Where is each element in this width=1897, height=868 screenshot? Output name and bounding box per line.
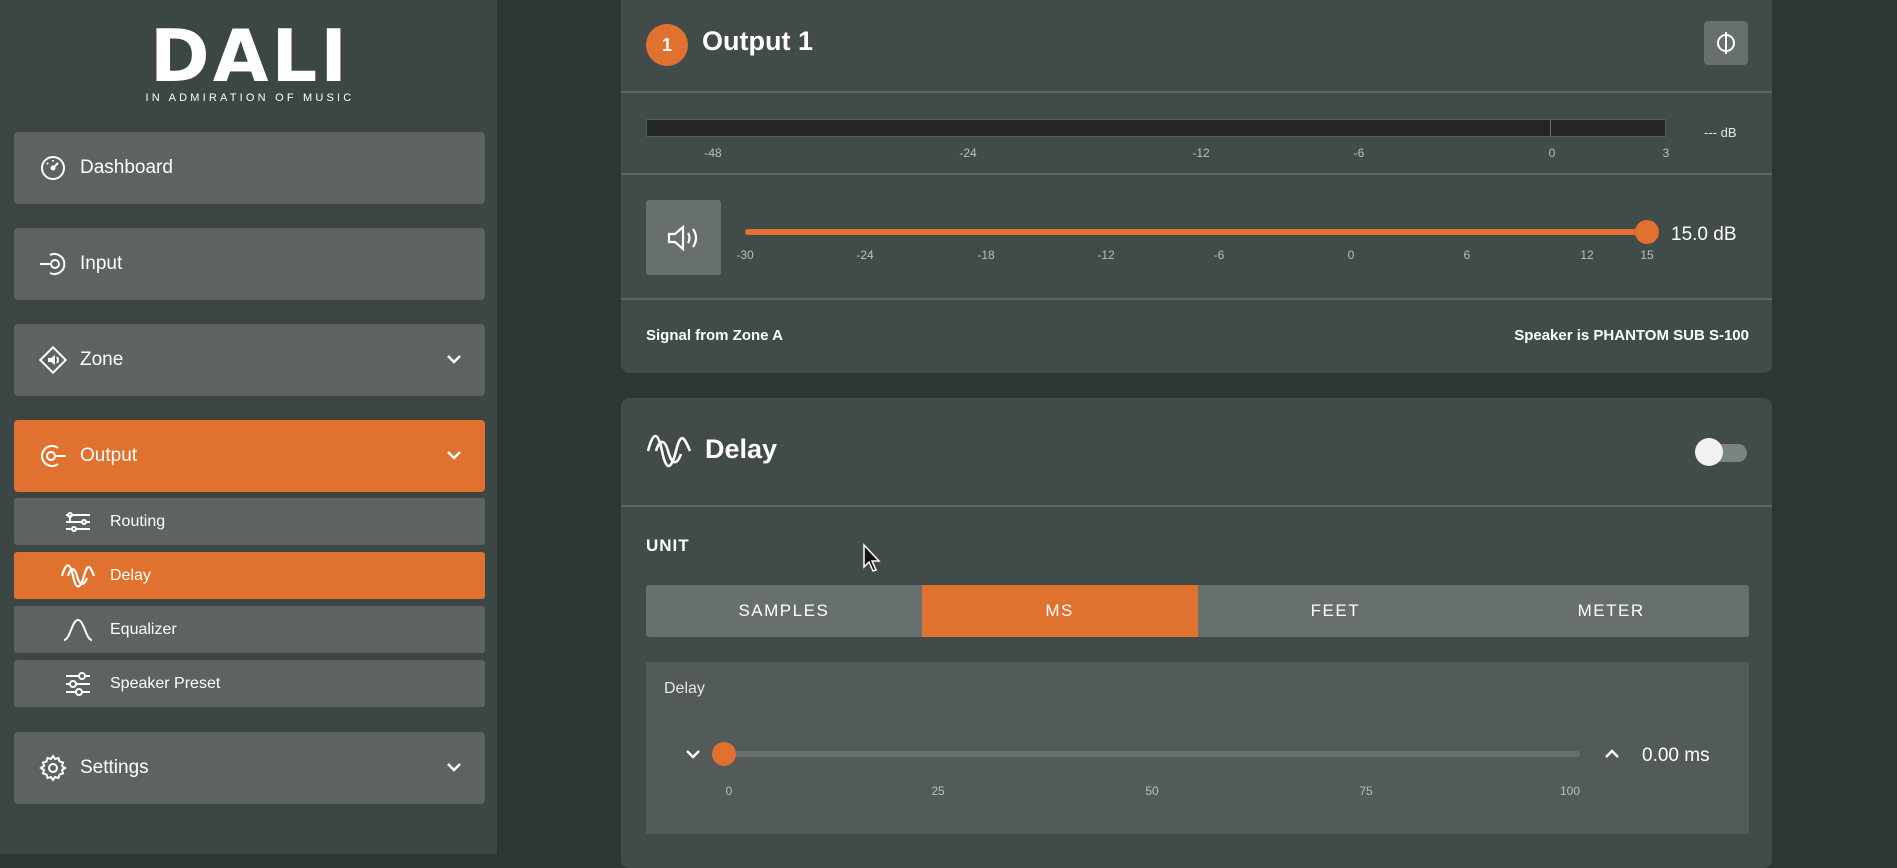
speaker-model-text: Speaker is PHANTOM SUB S-100 <box>1514 327 1749 344</box>
volume-scale-label: 15 <box>1640 248 1654 262</box>
level-meter <box>646 119 1666 137</box>
sidebar-item-label: Input <box>80 253 123 274</box>
unit-meter-button[interactable]: METER <box>1473 585 1749 637</box>
delay-card: Delay UNIT SAMPLES MS FEET METER Delay 0… <box>621 398 1772 868</box>
delay-scale-label: 0 <box>725 784 733 798</box>
speaker-volume-icon <box>667 224 697 251</box>
sidebar-item-output[interactable]: Output <box>14 420 485 492</box>
phase-invert-button[interactable] <box>1704 21 1748 65</box>
sidebar-item-input[interactable]: Input <box>14 228 485 300</box>
sidebar-item-label: Zone <box>80 349 124 370</box>
sidebar-subitem-label: Delay <box>110 566 151 584</box>
meter-scale-label: 0 <box>1548 146 1556 160</box>
dali-logo[interactable]: DALI IN ADMIRATION OF MUSIC <box>125 14 375 104</box>
sidebar-item-dashboard[interactable]: Dashboard <box>14 132 485 204</box>
delay-decrease-button[interactable] <box>679 740 707 768</box>
gauge-icon <box>36 151 70 185</box>
meter-scale-label: -6 <box>1353 146 1365 160</box>
delay-title: Delay <box>705 434 778 464</box>
delay-value: 0.00 ms <box>1642 745 1710 766</box>
volume-slider-thumb[interactable] <box>1635 220 1659 244</box>
unit-label: UNIT <box>646 536 690 555</box>
chevron-down-icon <box>447 763 461 772</box>
volume-scale-label: -18 <box>977 248 995 262</box>
volume-scale-label: 0 <box>1347 248 1355 262</box>
sidebar-item-label: Settings <box>80 757 149 778</box>
sidebar-subitem-delay[interactable]: Delay <box>14 552 485 599</box>
chevron-down-icon <box>686 750 700 759</box>
delay-scale-label: 50 <box>1145 784 1159 798</box>
delay-scale-label: 75 <box>1359 784 1373 798</box>
sidebar-subitem-label: Speaker Preset <box>110 674 221 692</box>
volume-scale-label: 6 <box>1463 248 1471 262</box>
phase-invert-icon <box>1717 32 1735 54</box>
meter-value: --- dB <box>1704 125 1737 140</box>
meter-scale-label: -24 <box>959 146 977 160</box>
volume-value: 15.0 dB <box>1671 224 1737 245</box>
unit-selector: SAMPLES MS FEET METER <box>646 585 1749 637</box>
sliders-icon <box>60 669 96 699</box>
delay-enable-toggle[interactable] <box>1695 438 1747 466</box>
signal-source-text: Signal from Zone A <box>646 327 783 344</box>
volume-scale-label: 12 <box>1580 248 1594 262</box>
sidebar-subitem-speaker-preset[interactable]: Speaker Preset <box>14 660 485 707</box>
input-icon <box>36 247 70 281</box>
delay-scale-label: 25 <box>931 784 945 798</box>
sidebar-item-label: Output <box>80 445 138 466</box>
chevron-down-icon <box>447 451 461 460</box>
logo-wordmark: DALI <box>149 14 351 98</box>
delay-increase-button[interactable] <box>1598 740 1626 768</box>
sidebar-subitem-label: Equalizer <box>110 620 177 638</box>
delay-slider-thumb[interactable] <box>712 742 736 766</box>
mute-button[interactable] <box>646 200 721 275</box>
volume-scale-label: -6 <box>1213 248 1225 262</box>
equalizer-curve-icon <box>60 615 96 645</box>
volume-scale-label: -12 <box>1097 248 1115 262</box>
sidebar: DALI IN ADMIRATION OF MUSIC Dashboard In… <box>0 0 497 854</box>
output-card: 1 Output 1 --- dB -48 -24 -12 -6 0 3 15.… <box>621 0 1772 373</box>
volume-slider-track[interactable] <box>745 229 1647 235</box>
sidebar-item-zone[interactable]: Zone <box>14 324 485 396</box>
meter-scale-label: -48 <box>704 146 722 160</box>
output-icon <box>36 439 70 473</box>
routing-icon <box>60 507 96 537</box>
volume-scale-label: -24 <box>856 248 874 262</box>
delay-panel-label: Delay <box>664 680 705 697</box>
divider <box>621 298 1772 300</box>
sidebar-subitem-label: Routing <box>110 512 166 530</box>
unit-feet-button[interactable]: FEET <box>1197 585 1474 637</box>
output-number-badge: 1 <box>646 24 688 66</box>
sidebar-item-settings[interactable]: Settings <box>14 732 485 804</box>
sidebar-item-label: Dashboard <box>80 157 173 178</box>
meter-scale-label: 3 <box>1662 146 1670 160</box>
chevron-down-icon <box>447 355 461 364</box>
toggle-knob <box>1695 438 1723 466</box>
gear-icon <box>36 751 70 785</box>
mouse-cursor-icon <box>863 543 881 572</box>
sidebar-subitem-equalizer[interactable]: Equalizer <box>14 606 485 653</box>
volume-scale-label: -30 <box>736 248 754 262</box>
delay-scale-label: 100 <box>1559 784 1581 798</box>
sidebar-subitem-routing[interactable]: Routing <box>14 498 485 545</box>
delay-panel: Delay 0.00 ms 0 25 50 75 100 <box>646 662 1749 834</box>
logo-tagline: IN ADMIRATION OF MUSIC <box>145 92 355 104</box>
wave-icon <box>60 561 96 591</box>
output-title: Output 1 <box>702 26 813 56</box>
chevron-up-icon <box>1605 749 1619 758</box>
meter-zero-mark <box>1550 120 1551 136</box>
meter-scale-label: -12 <box>1192 146 1210 160</box>
wave-icon <box>646 434 692 468</box>
divider <box>621 173 1772 175</box>
zone-speaker-icon <box>36 343 70 377</box>
divider <box>621 505 1772 507</box>
unit-ms-button[interactable]: MS <box>921 585 1198 637</box>
unit-samples-button[interactable]: SAMPLES <box>646 585 922 637</box>
delay-slider-track[interactable] <box>724 751 1580 757</box>
divider <box>621 91 1772 93</box>
